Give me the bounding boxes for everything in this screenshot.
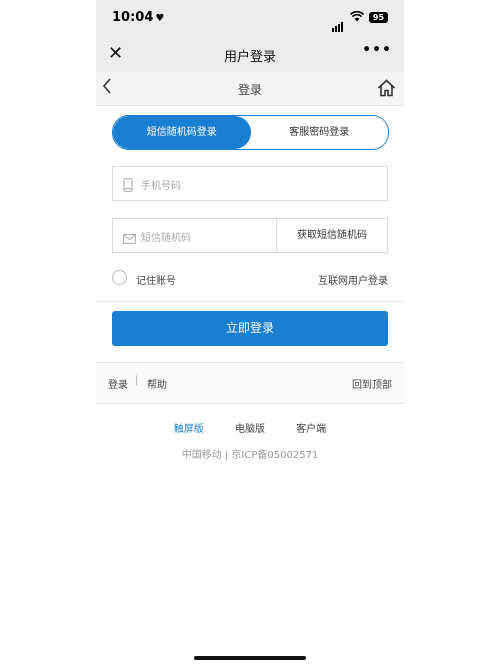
page-title: 登录	[237, 83, 262, 97]
footer-links: 登录 | 帮助 回到顶部	[96, 362, 404, 404]
internet-user-login-link[interactable]: 互联网用户登录	[318, 272, 388, 287]
sms-code-placeholder: 短信随机码	[141, 233, 191, 244]
client-version-link[interactable]: 客户端	[296, 424, 326, 435]
tab-sms-login[interactable]: 短信随机码登录	[113, 116, 251, 149]
footer-help-link[interactable]: 帮助	[147, 376, 167, 391]
touch-version-link[interactable]: 触屏版	[174, 424, 204, 435]
more-icon[interactable]: •••	[362, 42, 392, 58]
wechat-title: 用户登录	[223, 50, 276, 65]
heart-icon: ♥	[155, 13, 165, 24]
version-links: 触屏版 电脑版 客户端	[96, 420, 404, 435]
signal-icon	[332, 13, 344, 32]
wechat-nav-bar: ✕ 用户登录 •••	[96, 38, 404, 72]
remember-row: 记住账号 互联网用户登录	[112, 270, 388, 288]
footer-login-link[interactable]: 登录	[108, 376, 128, 391]
home-icon[interactable]	[377, 79, 396, 101]
login-button[interactable]: 立即登录	[112, 311, 388, 346]
remember-label: 记住账号	[136, 276, 176, 287]
home-indicator[interactable]	[194, 656, 306, 660]
tab-password-login[interactable]: 客服密码登录	[250, 116, 388, 149]
phone-screen: 10:04 ♥ 95 ✕ 用户登录 ••• 登录 短信随机码登录 客服密码登录 手…	[96, 0, 404, 667]
sms-code-field[interactable]: 短信随机码 获取短信随机码	[112, 218, 388, 253]
back-to-top-link[interactable]: 回到顶部	[352, 376, 392, 391]
status-bar: 10:04 ♥ 95	[96, 0, 404, 38]
divider	[96, 301, 404, 302]
phone-icon	[123, 177, 133, 196]
mail-icon	[123, 229, 136, 248]
wifi-icon	[349, 10, 365, 25]
get-sms-code-button[interactable]: 获取短信随机码	[276, 219, 387, 252]
phone-field[interactable]: 手机号码	[112, 166, 388, 201]
page-header: 登录	[96, 72, 404, 106]
remember-checkbox[interactable]	[112, 270, 127, 285]
login-tabs: 短信随机码登录 客服密码登录	[112, 115, 389, 150]
pc-version-link[interactable]: 电脑版	[235, 424, 265, 435]
phone-placeholder: 手机号码	[141, 181, 181, 192]
status-time: 10:04 ♥	[112, 10, 165, 25]
copyright-text: 中国移动 | 京ICP备05002571	[181, 450, 319, 461]
footer-separator: |	[135, 375, 139, 386]
battery-icon: 95	[369, 12, 388, 23]
